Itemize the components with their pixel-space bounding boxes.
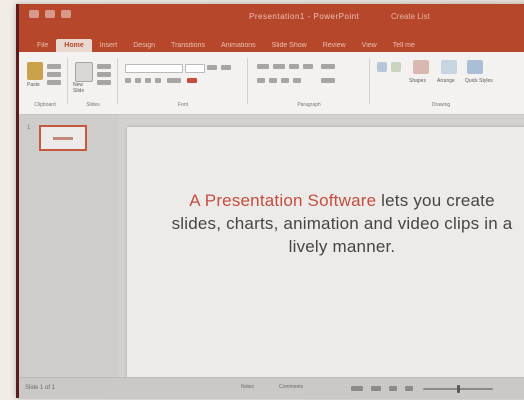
slide-text-box[interactable]: A Presentation Software lets you create … (167, 189, 517, 258)
powerpoint-window: Presentation1 - PowerPoint Create List F… (16, 4, 524, 399)
slide-canvas[interactable]: A Presentation Software lets you create … (127, 127, 524, 377)
numbering-icon[interactable] (273, 64, 285, 69)
reset-icon[interactable] (97, 72, 111, 77)
paragraph-group-label: Paragraph (297, 102, 321, 108)
drawing-group: Shapes Arrange Quick Styles Drawing (371, 58, 511, 108)
shapes-label: Shapes (409, 78, 426, 84)
tab-animations[interactable]: Animations (213, 39, 264, 52)
account-label[interactable]: Create List (391, 12, 430, 21)
align-center-icon[interactable] (269, 78, 277, 83)
slide-info: Slide 1 of 1 (25, 385, 56, 391)
drawing-group-label: Drawing (431, 102, 451, 108)
arrange-label: Arrange (437, 78, 455, 84)
tab-view[interactable]: View (354, 39, 385, 52)
tab-home[interactable]: Home (56, 39, 92, 52)
clipboard-group: Paste Clipboard (23, 58, 68, 108)
comments-button[interactable]: Comments (279, 384, 303, 390)
copy-icon[interactable] (47, 72, 61, 77)
save-icon[interactable] (29, 10, 39, 18)
slides-group-label: Slides (86, 102, 100, 108)
shape-icon[interactable] (391, 62, 401, 72)
layout-icon[interactable] (97, 64, 111, 69)
tab-tell-me[interactable]: Tell me (385, 39, 423, 52)
reading-view-icon[interactable] (389, 386, 397, 391)
undo-icon[interactable] (45, 10, 55, 18)
grow-font-icon[interactable] (207, 65, 217, 70)
font-group-label: Font (177, 102, 188, 108)
cut-icon[interactable] (47, 64, 61, 69)
strikethrough-icon[interactable] (155, 78, 161, 83)
quick-access-toolbar (29, 10, 71, 18)
ribbon: Paste Clipboard New Slide Slides Font Pa… (19, 52, 524, 115)
slide-thumbnail[interactable] (39, 125, 87, 151)
quick-styles-button[interactable] (467, 60, 483, 74)
slideshow-icon[interactable] (405, 386, 413, 391)
shapes-button[interactable] (413, 60, 429, 74)
font-group: Font (119, 58, 248, 108)
paragraph-group: Paragraph (249, 58, 370, 108)
font-size-dropdown[interactable] (185, 64, 205, 73)
smartart-icon[interactable] (321, 78, 335, 83)
ribbon-tabs: File Home Insert Design Transitions Anim… (19, 34, 524, 52)
shrink-font-icon[interactable] (221, 65, 231, 70)
thumbnail-text (53, 137, 73, 140)
new-slide-button[interactable] (75, 62, 93, 82)
status-bar: Slide 1 of 1 Notes Comments (19, 377, 524, 399)
indent-icon[interactable] (289, 64, 299, 69)
quick-styles-label: Quick Styles (465, 78, 493, 84)
bold-icon[interactable] (125, 78, 131, 83)
outdent-icon[interactable] (303, 64, 313, 69)
font-name-dropdown[interactable] (125, 64, 183, 73)
paste-button[interactable] (27, 62, 43, 80)
format-painter-icon[interactable] (47, 80, 61, 85)
slide-canvas-area: A Presentation Software lets you create … (119, 115, 524, 377)
zoom-slider-thumb[interactable] (457, 385, 460, 393)
align-right-icon[interactable] (281, 78, 289, 83)
tab-design[interactable]: Design (125, 39, 163, 52)
slide-number: 1 (27, 125, 31, 131)
section-icon[interactable] (97, 80, 111, 85)
title-bar: Presentation1 - PowerPoint Create List (19, 4, 524, 34)
slides-group: New Slide Slides (69, 58, 118, 108)
new-slide-label: New Slide (73, 82, 85, 94)
window-title: Presentation1 - PowerPoint (249, 12, 360, 21)
notes-button[interactable]: Notes (241, 384, 254, 390)
text-direction-icon[interactable] (321, 64, 335, 69)
tab-file[interactable]: File (29, 39, 56, 52)
justify-icon[interactable] (293, 78, 301, 83)
paste-label: Paste (27, 82, 40, 88)
clipboard-group-label: Clipboard (34, 102, 56, 108)
underline-icon[interactable] (145, 78, 151, 83)
italic-icon[interactable] (135, 78, 141, 83)
slide-sorter-icon[interactable] (371, 386, 381, 391)
font-color-icon[interactable] (187, 78, 197, 83)
normal-view-icon[interactable] (351, 386, 363, 391)
tab-insert[interactable]: Insert (92, 39, 126, 52)
tab-transitions[interactable]: Transitions (163, 39, 213, 52)
tab-slide-show[interactable]: Slide Show (264, 39, 315, 52)
tab-review[interactable]: Review (315, 39, 354, 52)
slide-text-highlight: A Presentation Software (189, 191, 377, 210)
shapes-gallery-icon[interactable] (377, 62, 387, 72)
align-left-icon[interactable] (257, 78, 265, 83)
redo-icon[interactable] (61, 10, 71, 18)
char-spacing-icon[interactable] (167, 78, 181, 83)
bullets-icon[interactable] (257, 64, 269, 69)
arrange-button[interactable] (441, 60, 457, 74)
slide-thumbnail-pane: 1 (19, 115, 119, 377)
